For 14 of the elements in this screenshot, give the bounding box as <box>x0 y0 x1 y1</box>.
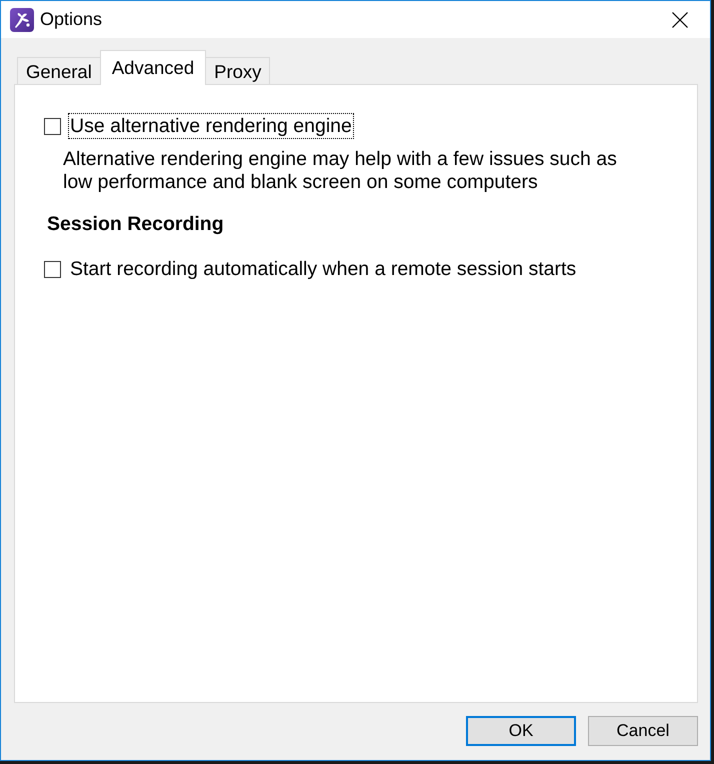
option-description: Alternative rendering engine may help with a few issues such as low performance and blank screen on some computers <box>63 148 618 194</box>
dialog-button[interactable]: Cancel <box>588 716 698 746</box>
app-logo-icon <box>10 8 34 32</box>
tab[interactable]: Proxy <box>205 57 270 84</box>
checkbox-label[interactable]: Start recording automatically when a remote session starts <box>68 256 578 282</box>
tab[interactable]: General <box>17 57 101 84</box>
close-icon <box>672 12 688 28</box>
checkbox[interactable] <box>44 260 61 278</box>
section-heading: Session Recording <box>47 212 225 236</box>
checkbox[interactable] <box>44 118 61 134</box>
dialog-button[interactable]: OK <box>466 716 576 746</box>
checkbox-label[interactable]: Use alternative rendering engine <box>68 113 354 139</box>
tab[interactable]: Advanced <box>100 50 206 85</box>
window-title: Options <box>40 9 102 30</box>
